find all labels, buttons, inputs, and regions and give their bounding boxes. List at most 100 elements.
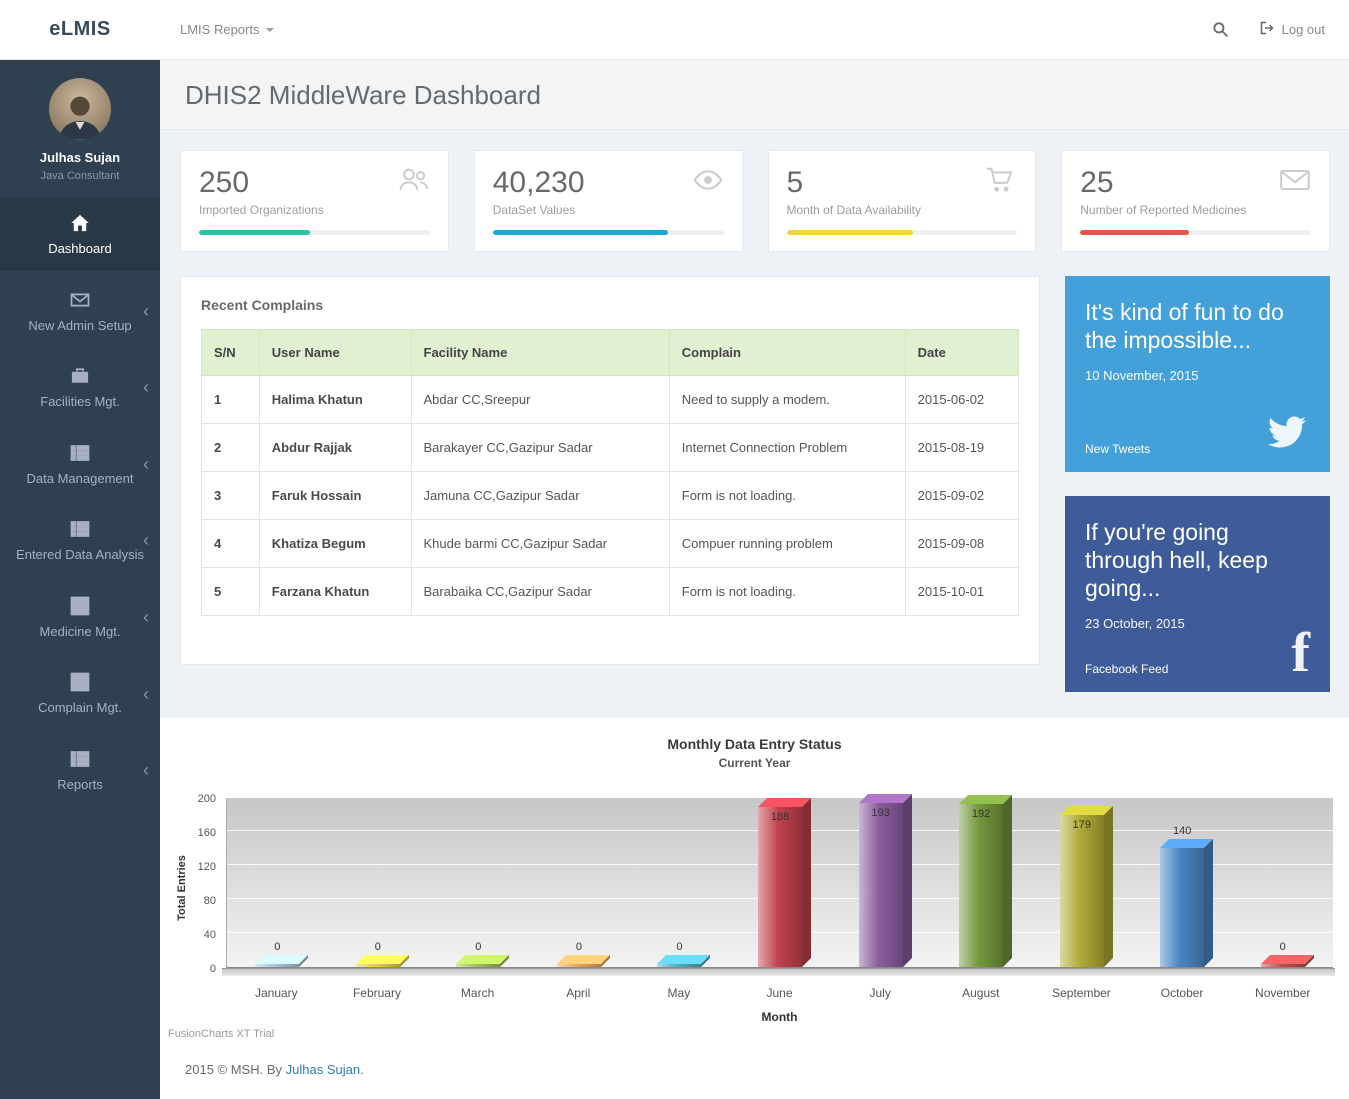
chevron-left-icon: ‹ bbox=[143, 302, 149, 320]
eye-icon bbox=[692, 166, 724, 199]
footer-suffix: . bbox=[360, 1062, 364, 1077]
y-tick-label: 120 bbox=[172, 861, 216, 873]
sidebar-item-label: New Admin Setup bbox=[10, 317, 150, 335]
table-cell: Faruk Hossain bbox=[259, 472, 411, 520]
stat-label: Month of Data Availability bbox=[787, 203, 1018, 217]
stat-card-dataset-values: 40,230DataSet Values bbox=[474, 150, 743, 252]
table-cell: Internet Connection Problem bbox=[669, 424, 905, 472]
chevron-left-icon: ‹ bbox=[143, 685, 149, 703]
twitter-card[interactable]: It's kind of fun to do the impossible...… bbox=[1065, 276, 1330, 472]
chart-bar-april[interactable]: 0 bbox=[557, 964, 601, 967]
chart-bar-june[interactable]: 188 bbox=[758, 807, 802, 967]
bar-value-label: 0 bbox=[456, 941, 500, 953]
bar-value-label: 140 bbox=[1160, 825, 1204, 837]
table-cell: 2015-08-19 bbox=[905, 424, 1018, 472]
topbar-actions: Log out bbox=[1212, 20, 1349, 39]
chart-bar-october[interactable]: 140 bbox=[1160, 848, 1204, 967]
user-profile[interactable]: Julhas Sujan Java Consultant bbox=[0, 60, 160, 198]
x-tick-label: August bbox=[930, 986, 1031, 1000]
sidebar-item-medicine-mgt[interactable]: Medicine Mgt.‹ bbox=[0, 581, 160, 654]
sidebar-item-label: Medicine Mgt. bbox=[10, 623, 150, 641]
recent-complains-card: Recent Complains S/NUser NameFacility Na… bbox=[180, 276, 1040, 665]
x-tick-label: June bbox=[729, 986, 830, 1000]
column-header: Complain bbox=[669, 330, 905, 376]
bar-value-label: 193 bbox=[859, 807, 903, 819]
chart-bar-february[interactable]: 0 bbox=[356, 964, 400, 967]
chart-bar-january[interactable]: 0 bbox=[255, 964, 299, 967]
facebook-icon: f bbox=[1291, 631, 1310, 676]
footer-author-link[interactable]: Julhas Sujan bbox=[286, 1062, 360, 1077]
table-header-row: S/NUser NameFacility NameComplainDate bbox=[202, 330, 1019, 376]
table-cell: Khatiza Begum bbox=[259, 520, 411, 568]
list-icon bbox=[70, 443, 90, 463]
tweet-label: New Tweets bbox=[1085, 442, 1150, 456]
sidebar-item-reports[interactable]: Reports‹ bbox=[0, 734, 160, 807]
stat-card-imported-organizations: 250Imported Organizations bbox=[180, 150, 449, 252]
app-logo[interactable]: eLMIS bbox=[0, 18, 160, 41]
table-cell: 2 bbox=[202, 424, 260, 472]
logout-icon bbox=[1259, 20, 1275, 39]
nav-lmis-reports[interactable]: LMIS Reports bbox=[180, 22, 274, 37]
stat-value: 40,230 bbox=[493, 166, 585, 200]
footer-text: 2015 © MSH. By bbox=[185, 1062, 282, 1077]
chart-bar-may[interactable]: 0 bbox=[657, 964, 701, 967]
x-axis-title: Month bbox=[226, 1010, 1333, 1024]
bar-value-label: 0 bbox=[356, 941, 400, 953]
logout-button[interactable]: Log out bbox=[1259, 20, 1325, 39]
table-row: 4Khatiza BegumKhude barmi CC,Gazipur Sad… bbox=[202, 520, 1019, 568]
column-header: Facility Name bbox=[411, 330, 669, 376]
sidebar-item-label: Reports bbox=[10, 776, 150, 794]
table-cell: 4 bbox=[202, 520, 260, 568]
table-cell: Abdar CC,Sreepur bbox=[411, 376, 669, 424]
chart-plot-area: 0 0 0 0 0 188 193 192 179 140 0 bbox=[226, 798, 1333, 968]
table-cell: 1 bbox=[202, 376, 260, 424]
stats-row: 250Imported Organizations40,230DataSet V… bbox=[180, 150, 1330, 252]
grid-icon bbox=[70, 672, 90, 692]
recent-complains-title: Recent Complains bbox=[201, 297, 1019, 313]
search-icon[interactable] bbox=[1212, 21, 1229, 38]
chart-bar-march[interactable]: 0 bbox=[456, 964, 500, 967]
bar-side-face bbox=[1003, 795, 1012, 967]
briefcase-icon bbox=[70, 366, 90, 386]
table-cell: Barabaika CC,Gazipur Sadar bbox=[411, 568, 669, 616]
sidebar-item-data-management[interactable]: Data Management‹ bbox=[0, 428, 160, 501]
stat-progress-fill bbox=[1080, 230, 1188, 235]
sidebar-item-label: Dashboard bbox=[10, 240, 150, 258]
cart-icon bbox=[985, 166, 1017, 199]
sidebar-item-entered-data-analysis[interactable]: Entered Data Analysis‹ bbox=[0, 504, 160, 577]
social-column: It's kind of fun to do the impossible...… bbox=[1065, 276, 1330, 692]
x-tick-label: January bbox=[226, 986, 327, 1000]
chevron-left-icon: ‹ bbox=[143, 761, 149, 779]
y-tick-label: 160 bbox=[172, 827, 216, 839]
stat-progress-fill bbox=[199, 230, 310, 235]
column-header: Date bbox=[905, 330, 1018, 376]
table-cell: 2015-09-08 bbox=[905, 520, 1018, 568]
bar-value-label: 0 bbox=[557, 941, 601, 953]
x-axis-labels: JanuaryFebruaryMarchAprilMayJuneJulyAugu… bbox=[226, 986, 1333, 1000]
table-cell: Farzana Khatun bbox=[259, 568, 411, 616]
chart-bar-july[interactable]: 193 bbox=[859, 803, 903, 967]
table-cell: 3 bbox=[202, 472, 260, 520]
caret-down-icon bbox=[266, 28, 274, 32]
sidebar-item-dashboard[interactable]: Dashboard bbox=[0, 198, 160, 271]
chart-bar-september[interactable]: 179 bbox=[1060, 815, 1104, 967]
table-row: 5Farzana KhatunBarabaika CC,Gazipur Sada… bbox=[202, 568, 1019, 616]
bar-value-label: 179 bbox=[1060, 819, 1104, 831]
chart-bar-august[interactable]: 192 bbox=[959, 804, 1003, 967]
facebook-card[interactable]: If you're going through hell, keep going… bbox=[1065, 496, 1330, 692]
fusioncharts-watermark: FusionCharts XT Trial bbox=[168, 1028, 1349, 1040]
sidebar-item-facilities-mgt[interactable]: Facilities Mgt.‹ bbox=[0, 351, 160, 424]
sidebar-item-complain-mgt[interactable]: Complain Mgt.‹ bbox=[0, 657, 160, 730]
chevron-left-icon: ‹ bbox=[143, 531, 149, 549]
sidebar-item-new-admin-setup[interactable]: New Admin Setup‹ bbox=[0, 275, 160, 348]
chart-bar-november[interactable]: 0 bbox=[1261, 964, 1305, 967]
table-cell: Jamuna CC,Gazipur Sadar bbox=[411, 472, 669, 520]
nav-lmis-reports-label: LMIS Reports bbox=[180, 22, 259, 37]
stat-progress-track bbox=[493, 230, 724, 235]
footer: 2015 © MSH. By Julhas Sujan. bbox=[160, 1046, 1349, 1099]
chart-floor bbox=[222, 968, 1335, 976]
users-icon bbox=[398, 166, 430, 199]
table-row: 1Halima KhatunAbdar CC,SreepurNeed to su… bbox=[202, 376, 1019, 424]
mail-icon bbox=[1279, 166, 1311, 199]
bar-side-face bbox=[903, 794, 912, 967]
